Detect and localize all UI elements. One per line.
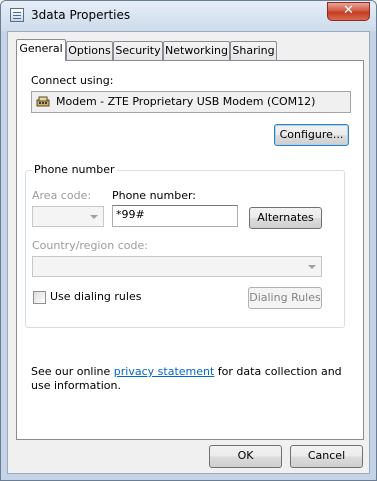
general-tab-panel: Connect using: Modem - ZTE Proprietary U…: [16, 60, 364, 440]
chevron-down-icon: [308, 265, 316, 269]
configure-button[interactable]: Configure...: [274, 124, 349, 146]
tab-sharing-label: Sharing: [232, 44, 275, 57]
close-button[interactable]: ✕: [327, 2, 370, 21]
phone-number-group: Phone number Area code: Phone number: *9…: [25, 163, 345, 328]
tab-security[interactable]: Security: [113, 41, 163, 60]
privacy-text: See our online privacy statement for dat…: [31, 365, 351, 393]
close-icon: ✕: [343, 3, 354, 18]
country-region-label: Country/region code:: [32, 239, 148, 252]
properties-window: 3data Properties ✕ General Options Secur…: [0, 0, 377, 481]
tab-sharing[interactable]: Sharing: [230, 41, 277, 60]
chevron-down-icon: [90, 215, 98, 219]
privacy-statement-link[interactable]: privacy statement: [114, 365, 215, 378]
tab-networking[interactable]: Networking: [163, 41, 230, 60]
ok-button[interactable]: OK: [209, 445, 282, 468]
phone-number-group-title: Phone number: [32, 163, 117, 176]
connection-properties-icon: [10, 8, 24, 22]
tab-networking-label: Networking: [165, 44, 228, 57]
phone-number-label: Phone number:: [112, 189, 197, 202]
window-title: 3data Properties: [31, 8, 131, 22]
device-field: Modem - ZTE Proprietary USB Modem (COM12…: [31, 91, 351, 113]
area-code-label: Area code:: [32, 189, 92, 202]
title-bar[interactable]: 3data Properties ✕: [1, 1, 376, 31]
tab-general[interactable]: General: [16, 39, 66, 61]
alternates-button[interactable]: Alternates: [249, 207, 322, 229]
device-name: Modem - ZTE Proprietary USB Modem (COM12…: [56, 95, 316, 108]
dialing-rules-button[interactable]: Dialing Rules: [248, 287, 322, 309]
modem-icon: [36, 96, 50, 107]
privacy-prefix: See our online: [31, 365, 114, 378]
tab-security-label: Security: [115, 44, 161, 57]
country-region-combobox[interactable]: [32, 256, 322, 277]
cancel-button[interactable]: Cancel: [290, 445, 363, 468]
tab-options[interactable]: Options: [66, 41, 113, 60]
tab-general-label: General: [19, 42, 63, 55]
phone-number-input[interactable]: *99#: [112, 205, 238, 227]
connect-using-label: Connect using:: [31, 74, 114, 87]
dialog-client-area: General Options Security Networking Shar…: [7, 31, 370, 474]
use-dialing-rules-label[interactable]: Use dialing rules: [50, 290, 141, 303]
use-dialing-rules-checkbox[interactable]: [33, 291, 46, 304]
area-code-combobox[interactable]: [32, 206, 104, 227]
tab-options-label: Options: [68, 44, 111, 57]
